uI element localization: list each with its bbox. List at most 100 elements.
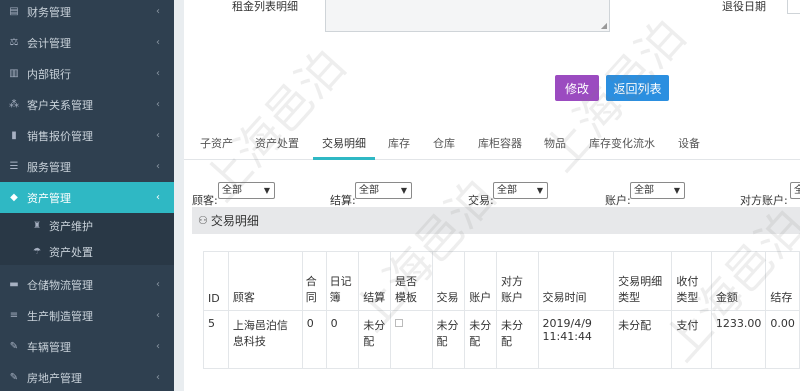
tab-warehouse[interactable]: 仓库	[433, 135, 455, 151]
sidebar: ▤ 财务管理 ‹ ⚖ 会计管理 ‹ ▥ 内部银行 ‹ ⁂ 客户关系管理 ‹ ▮ …	[0, 0, 174, 391]
cell-amount: 1233.00	[710, 310, 767, 369]
sidebar-item-sales-quote[interactable]: ▮ 销售报价管理 ‹	[0, 120, 174, 151]
cell-payment-type: 支付	[671, 310, 712, 369]
back-to-list-button[interactable]: 返回列表	[606, 75, 669, 101]
cell-detail-type: 未分配	[613, 310, 673, 369]
return-date-label: 退役日期	[722, 0, 766, 13]
sidebar-item-label: 销售报价管理	[27, 129, 93, 143]
sidebar-item-label: 资产管理	[27, 191, 71, 205]
col-header-account[interactable]: 账户	[464, 251, 497, 311]
sidebar-item-label: 会计管理	[27, 36, 71, 50]
sidebar-item-vehicles[interactable]: ✎ 车辆管理 ‹	[0, 331, 174, 362]
tab-equipment[interactable]: 设备	[678, 135, 700, 151]
cell-counter-account: 未分配	[496, 310, 539, 369]
cell-id: 5	[203, 310, 229, 369]
bar-chart-icon: ▮	[11, 130, 17, 141]
tab-asset-disposal[interactable]: 资产处置	[255, 135, 299, 151]
edit-button[interactable]: 修改	[555, 75, 599, 101]
col-header-amount[interactable]: 金额	[710, 251, 767, 311]
list-icon: ☰	[9, 161, 19, 172]
user-icon: ⚇	[198, 214, 208, 227]
sidebar-item-real-estate[interactable]: ✎ 房地产管理 ‹	[0, 362, 174, 391]
col-header-counter-account[interactable]: 对方账户	[496, 251, 539, 311]
col-header-settlement[interactable]: 结算	[358, 251, 392, 311]
sidebar-item-label: 服务管理	[27, 160, 71, 174]
filter-counter-account-value: 全	[794, 185, 800, 196]
resize-grip-icon[interactable]: ◢	[601, 21, 607, 30]
cell-contract: 0	[301, 310, 327, 369]
sidebar-item-label: 房地产管理	[27, 371, 82, 385]
panel-title: 交易明细	[210, 214, 259, 228]
tab-transaction-details[interactable]: 交易明细	[322, 135, 366, 151]
cell-settlement: 未分配	[358, 310, 392, 369]
sidebar-subitem-asset-maintenance[interactable]: ♜ 资产维护	[0, 213, 174, 239]
sidebar-item-crm[interactable]: ⁂ 客户关系管理 ‹	[0, 89, 174, 120]
sidebar-item-label: 财务管理	[27, 5, 71, 19]
filter-customer-select[interactable]: 全部 ▼	[218, 182, 275, 199]
col-header-payment-type[interactable]: 收付类型	[671, 251, 712, 311]
col-header-transaction-time[interactable]: 交易时间	[537, 251, 615, 311]
network-icon: ⁂	[9, 99, 19, 110]
chevron-left-icon: ‹	[156, 68, 160, 79]
tab-inventory[interactable]: 库存	[388, 135, 410, 151]
cell-is-template	[390, 310, 433, 369]
filter-settlement-select[interactable]: 全部 ▼	[355, 182, 412, 199]
col-header-is-template[interactable]: 是否模板	[390, 251, 433, 311]
tab-sub-assets[interactable]: 子资产	[200, 135, 233, 151]
return-date-input[interactable]	[787, 0, 800, 14]
cell-transaction-time: 2019/4/9 11:41:44	[537, 310, 615, 369]
sidebar-subitem-label: 资产处置	[49, 246, 93, 259]
filter-counter-account-label: 对方账户:	[740, 194, 788, 207]
filter-customer-label: 顾客:	[192, 194, 218, 207]
sidebar-item-finance[interactable]: ▤ 财务管理 ‹	[0, 0, 174, 27]
col-header-balance[interactable]: 结存	[765, 251, 800, 311]
sidebar-item-manufacturing[interactable]: ≡ 生产制造管理 ‹	[0, 300, 174, 331]
sidebar-item-label: 生产制造管理	[27, 309, 93, 323]
sidebar-item-service[interactable]: ☰ 服务管理 ‹	[0, 151, 174, 182]
tab-items[interactable]: 物品	[544, 135, 566, 151]
chevron-left-icon: ‹	[156, 130, 160, 141]
dropdown-arrow-icon: ▼	[263, 186, 270, 195]
sidebar-item-warehouse-logistics[interactable]: ▬ 仓储物流管理 ‹	[0, 269, 174, 300]
table-header-row: ID 顾客 合同 日记簿 结算 是否模板 交易 账户 对方账户 交易时间 交易明…	[203, 251, 800, 311]
filter-counter-account-select[interactable]: 全	[790, 182, 800, 199]
sidebar-item-label: 客户关系管理	[27, 98, 93, 112]
cell-balance: 0.00	[765, 310, 800, 369]
umbrella-icon: ☂	[33, 247, 42, 257]
sidebar-item-internal-bank[interactable]: ▥ 内部银行 ‹	[0, 58, 174, 89]
dropdown-arrow-icon: ▼	[400, 186, 407, 195]
active-tab-indicator	[313, 157, 375, 160]
dropdown-arrow-icon: ▼	[536, 186, 543, 195]
col-header-contract[interactable]: 合同	[301, 251, 327, 311]
col-header-id[interactable]: ID	[203, 251, 229, 311]
filter-settlement-value: 全部	[359, 185, 379, 196]
cell-account: 未分配	[464, 310, 497, 369]
truck-icon: ▬	[9, 279, 19, 290]
template-checkbox[interactable]	[395, 319, 404, 327]
col-header-journal[interactable]: 日记簿	[325, 251, 360, 311]
cell-journal: 0	[325, 310, 360, 369]
filter-transaction-select[interactable]: 全部 ▼	[493, 182, 548, 199]
rent-list-textarea[interactable]: ◢	[325, 0, 610, 32]
col-header-customer[interactable]: 顾客	[227, 251, 303, 311]
filter-account-label: 账户:	[605, 194, 631, 207]
edit-icon: ✎	[9, 372, 19, 383]
tab-containers[interactable]: 库柜容器	[478, 135, 522, 151]
filter-account-select[interactable]: 全部 ▼	[630, 182, 685, 199]
filter-customer-value: 全部	[222, 185, 242, 196]
bank-icon: ▥	[9, 68, 19, 79]
sidebar-item-label: 车辆管理	[27, 340, 71, 354]
transactions-table: ID 顾客 合同 日记簿 结算 是否模板 交易 账户 对方账户 交易时间 交易明…	[203, 251, 800, 369]
col-header-detail-type[interactable]: 交易明细类型	[613, 251, 673, 311]
filter-settlement-label: 结算:	[330, 194, 356, 207]
table-row[interactable]: 5 上海邑泊信息科技 0 0 未分配 未分配 未分配 未分配 2019/4/9 …	[203, 310, 800, 369]
sidebar-item-accounting[interactable]: ⚖ 会计管理 ‹	[0, 27, 174, 58]
sidebar-subitem-asset-disposal[interactable]: ☂ 资产处置	[0, 239, 174, 265]
sidebar-item-label: 仓储物流管理	[27, 278, 93, 292]
sidebar-item-assets[interactable]: ◆ 资产管理 ‹	[0, 182, 174, 213]
chevron-left-icon: ‹	[156, 6, 160, 17]
col-header-transaction[interactable]: 交易	[431, 251, 466, 311]
tab-inventory-changes[interactable]: 库存变化流水	[589, 135, 655, 151]
cell-customer[interactable]: 上海邑泊信息科技	[227, 310, 303, 369]
filter-bar: 顾客: 全部 ▼ 结算: 全部 ▼ 交易: 全部 ▼ 账户: 全部 ▼ 对方账户: 全	[184, 180, 800, 208]
